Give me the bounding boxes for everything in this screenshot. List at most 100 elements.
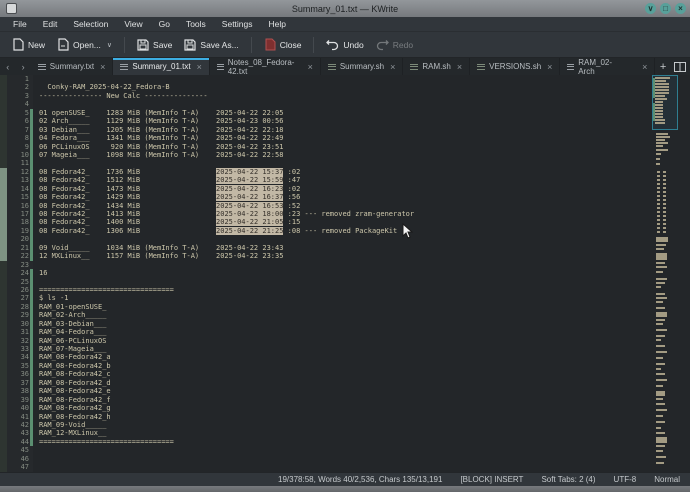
status-input-mode[interactable]: [BLOCK] INSERT <box>460 475 523 484</box>
menu-settings[interactable]: Settings <box>215 18 260 30</box>
scrollbar-minimap[interactable] <box>652 75 678 472</box>
tab-close-icon[interactable]: × <box>390 62 395 72</box>
menu-view[interactable]: View <box>117 18 149 30</box>
minimap-text-bar <box>656 278 667 280</box>
saved-lines-marker <box>30 311 33 319</box>
saved-lines-marker <box>30 438 33 446</box>
minimap-text-bar <box>656 145 663 147</box>
minimap-text-bar <box>663 223 666 225</box>
editor-line <box>39 100 690 108</box>
tab-summary-01-txt[interactable]: Summary_01.txt× <box>113 58 210 75</box>
minimap-text-bar <box>656 357 663 359</box>
saved-lines-marker <box>30 421 33 429</box>
tab-scroll-right-icon[interactable]: › <box>15 58 30 75</box>
menu-help[interactable]: Help <box>262 18 293 30</box>
close-button[interactable]: Close <box>258 35 308 54</box>
saved-lines-marker <box>30 109 33 117</box>
status-tab-mode[interactable]: Soft Tabs: 2 (4) <box>541 475 595 484</box>
tab-close-icon[interactable]: × <box>457 62 462 72</box>
tab-label: RAM.sh <box>422 62 450 71</box>
editor-line: RAM_08-Fedora42_h <box>39 413 690 421</box>
minimap-text-bar <box>657 223 660 225</box>
line-number: 27 <box>7 294 33 302</box>
status-syntax-mode[interactable]: Normal <box>654 475 680 484</box>
editor-line: RAM_08-Fedora42_f <box>39 396 690 404</box>
tab-close-icon[interactable]: × <box>100 62 105 72</box>
editor-line: --------------- New Calc --------------- <box>39 92 690 100</box>
status-encoding[interactable]: UTF-8 <box>614 475 637 484</box>
tab-ram-sh[interactable]: RAM.sh × <box>403 58 470 75</box>
saved-lines-marker <box>30 193 33 201</box>
saved-lines-marker <box>30 252 33 260</box>
tab-close-icon[interactable]: × <box>197 62 202 72</box>
minimap-text-bar <box>656 142 668 144</box>
editor-line <box>39 278 690 286</box>
tab-notes-08-fedora-42-txt[interactable]: Notes_08_Fedora-42.txt× <box>210 58 321 75</box>
minimap-text-bar <box>656 149 668 151</box>
titlebar[interactable]: Summary_01.txt — KWrite ∨□× <box>0 0 690 17</box>
line-number: 24 <box>7 269 33 277</box>
line-number: 32 <box>7 337 33 345</box>
chevron-down-icon[interactable]: ∨ <box>107 41 112 49</box>
menu-file[interactable]: File <box>6 18 34 30</box>
minimap-text-bar <box>656 329 667 331</box>
new-tab-button[interactable]: + <box>655 58 670 75</box>
saveas-button[interactable]: Save As... <box>178 36 244 54</box>
menu-selection[interactable]: Selection <box>66 18 115 30</box>
script-file-icon <box>477 62 485 71</box>
minimap-text-bar <box>656 450 663 452</box>
line-number: 20 <box>7 235 33 243</box>
minimap-text-bar <box>657 175 660 177</box>
editor-line <box>39 159 690 167</box>
line-number: 8 <box>7 134 33 142</box>
tab-summary-txt[interactable]: Summary.txt× <box>31 58 114 75</box>
maximize-button[interactable]: □ <box>660 3 671 14</box>
minimize-button[interactable]: ∨ <box>645 3 656 14</box>
tab-versions-sh[interactable]: VERSIONS.sh× <box>470 58 560 75</box>
status-cursor-position[interactable]: 19/378:58, Words 40/2,536, Chars 135/13,… <box>278 475 442 484</box>
tab-scroll-left-icon[interactable]: ‹ <box>0 58 15 75</box>
minimap-text-bar <box>656 139 665 141</box>
menu-tools[interactable]: Tools <box>179 18 213 30</box>
editor-line: RAM_03-Debian___ <box>39 320 690 328</box>
split-view-icon[interactable] <box>671 58 690 75</box>
text-content[interactable]: Conky-RAM_2025-04-22_Fedora-B-----------… <box>33 75 690 472</box>
line-number: 7 <box>7 126 33 134</box>
undo-button[interactable]: Undo <box>320 36 369 54</box>
saved-lines-marker <box>30 159 33 167</box>
tab-close-icon[interactable]: × <box>308 62 313 72</box>
tab-ram-02-arch-[interactable]: RAM_02-Arch____× <box>560 58 655 75</box>
saved-lines-marker <box>30 269 33 277</box>
save-button[interactable]: Save <box>131 36 178 54</box>
close-button[interactable]: × <box>675 3 686 14</box>
tabbar: ‹ › Summary.txt×Summary_01.txt×Notes_08_… <box>0 58 690 75</box>
minimap-text-bar <box>656 301 663 303</box>
line-number: 23 <box>7 261 33 269</box>
line-number: 26 <box>7 286 33 294</box>
line-number: 34 <box>7 353 33 361</box>
menu-edit[interactable]: Edit <box>36 18 65 30</box>
minimap-text-bar <box>656 398 663 400</box>
menu-go[interactable]: Go <box>152 18 177 30</box>
editor-line: 08 Fedora42_ 1413 MiB 2025-04-22 18:00 :… <box>39 210 690 218</box>
editor-line: 03 Debian___ 1205 MiB (MemInfo T-A) 2025… <box>39 126 690 134</box>
line-number: 42 <box>7 421 33 429</box>
minimap-text-bar <box>657 199 660 201</box>
new-document-icon <box>12 38 24 51</box>
editor-line: 16 <box>39 269 690 277</box>
editor-area[interactable]: 1234567891011121314151617181920212223242… <box>0 75 690 472</box>
tab-summary-sh[interactable]: Summary.sh× <box>321 58 404 75</box>
toolbar-button-label: Undo <box>343 40 363 50</box>
editor-line: 02 Arch_____ 1129 MiB (MemInfo T-A) 2025… <box>39 117 690 125</box>
minimap-text-bar <box>655 113 663 115</box>
line-number: 3 <box>7 92 33 100</box>
open-button[interactable]: Open... ∨ <box>51 35 118 54</box>
saved-lines-marker <box>30 176 33 184</box>
new-button[interactable]: New <box>6 35 51 54</box>
tab-close-icon[interactable]: × <box>547 62 552 72</box>
block-selection: 2025-04-22 16:37 <box>216 193 283 201</box>
toolbar-button-label: Open... <box>73 40 101 50</box>
editor-line: RAM_08-Fedora42_e <box>39 387 690 395</box>
tab-close-icon[interactable]: × <box>642 62 647 72</box>
minimap-text-bar <box>656 307 665 309</box>
